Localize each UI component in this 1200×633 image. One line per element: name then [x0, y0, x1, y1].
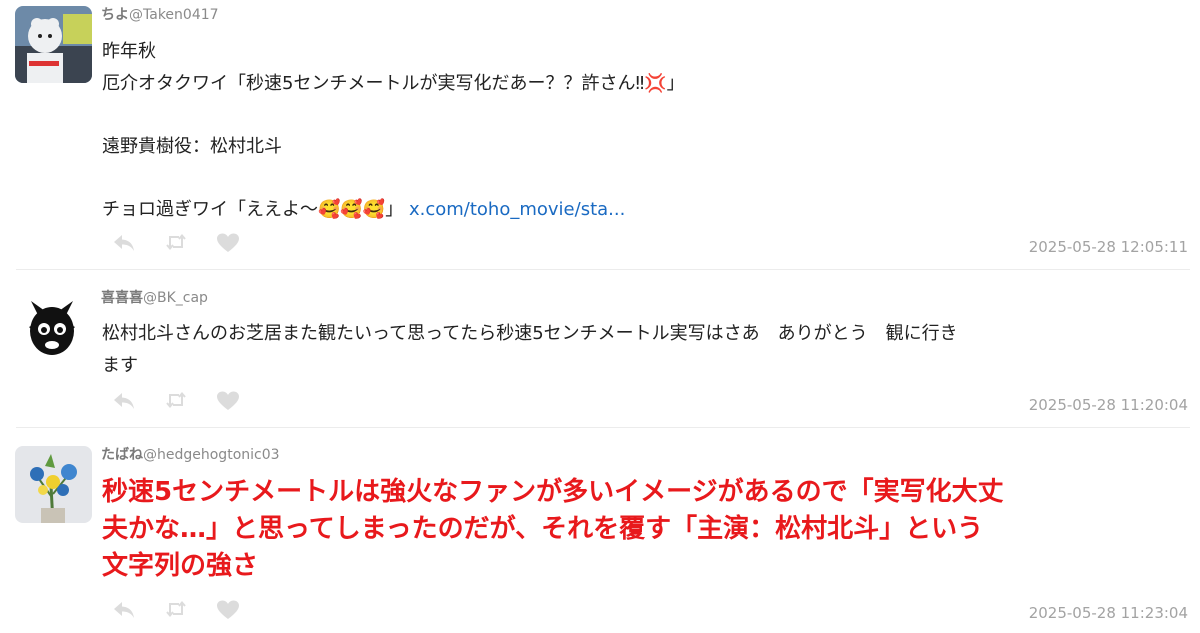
reply-icon[interactable]	[112, 599, 136, 621]
body-line: 夫かな…」と思ってしまったのだが、それを覆す「主演：松村北斗」という	[102, 514, 984, 544]
tweet-link[interactable]: x.com/toho_movie/sta...	[409, 199, 625, 220]
tweet-author[interactable]: 喜喜喜@BK_cap	[101, 287, 208, 307]
body-line: 文字列の強さ	[102, 551, 259, 581]
body-line: 昨年秋	[102, 41, 156, 62]
avatar-chiyo[interactable]	[15, 6, 92, 83]
tweet-body-emphasized: 秒速5センチメートルは強火なファンが多いイメージがあるので「実写化大丈 夫かな……	[102, 474, 1192, 585]
handle: @BK_cap	[143, 290, 208, 306]
reply-icon[interactable]	[112, 390, 136, 412]
retweet-icon[interactable]	[165, 232, 187, 252]
heart-icon[interactable]	[216, 390, 240, 412]
body-line: 秒速5センチメートルは強火なファンが多いイメージがあるので「実写化大丈	[102, 477, 1004, 507]
retweet-icon[interactable]	[165, 599, 187, 619]
divider	[16, 269, 1190, 270]
timestamp[interactable]: 2025-05-28 11:23:04	[1029, 604, 1188, 622]
handle: @hedgehogtonic03	[143, 447, 280, 463]
tweet-author[interactable]: たばね@hedgehogtonic03	[101, 444, 280, 464]
body-line	[102, 99, 1187, 131]
display-name: ちよ	[101, 7, 129, 23]
body-text: チョロ過ぎワイ「ええよ〜🥰🥰🥰」	[102, 198, 404, 220]
handle: @Taken0417	[129, 7, 219, 23]
display-name: たばね	[101, 447, 143, 463]
reply-icon[interactable]	[112, 232, 136, 254]
tweet-body: 昨年秋 厄介オタクワイ「秒速5センチメートルが実写化だあー？？許さん‼💢」 遠野…	[102, 36, 1187, 225]
tweet-author[interactable]: ちよ@Taken0417	[101, 4, 219, 24]
timestamp[interactable]: 2025-05-28 11:20:04	[1029, 396, 1188, 414]
body-line: 厄介オタクワイ「秒速5センチメートルが実写化だあー？？許さん‼💢」	[102, 72, 685, 94]
tweet-body: 松村北斗さんのお芝居また観たいって思ってたら秒速5センチメートル実写はさあ あり…	[102, 318, 1187, 381]
display-name: 喜喜喜	[101, 290, 143, 306]
avatar-tabane[interactable]	[15, 446, 92, 523]
body-line: 松村北斗さんのお芝居また観たいって思ってたら秒速5センチメートル実写はさあ あり…	[102, 323, 958, 344]
body-line: ます	[102, 354, 138, 376]
retweet-icon[interactable]	[165, 390, 187, 410]
heart-icon[interactable]	[216, 599, 240, 621]
divider	[16, 427, 1190, 428]
body-line	[102, 162, 1187, 194]
body-line: 遠野貴樹役：松村北斗	[102, 135, 282, 157]
heart-icon[interactable]	[216, 232, 240, 254]
timestamp[interactable]: 2025-05-28 12:05:11	[1029, 238, 1188, 256]
body-line-with-link: チョロ過ぎワイ「ええよ〜🥰🥰🥰」 x.com/toho_movie/sta...	[102, 194, 1187, 226]
avatar-kikiki[interactable]	[17, 287, 87, 367]
